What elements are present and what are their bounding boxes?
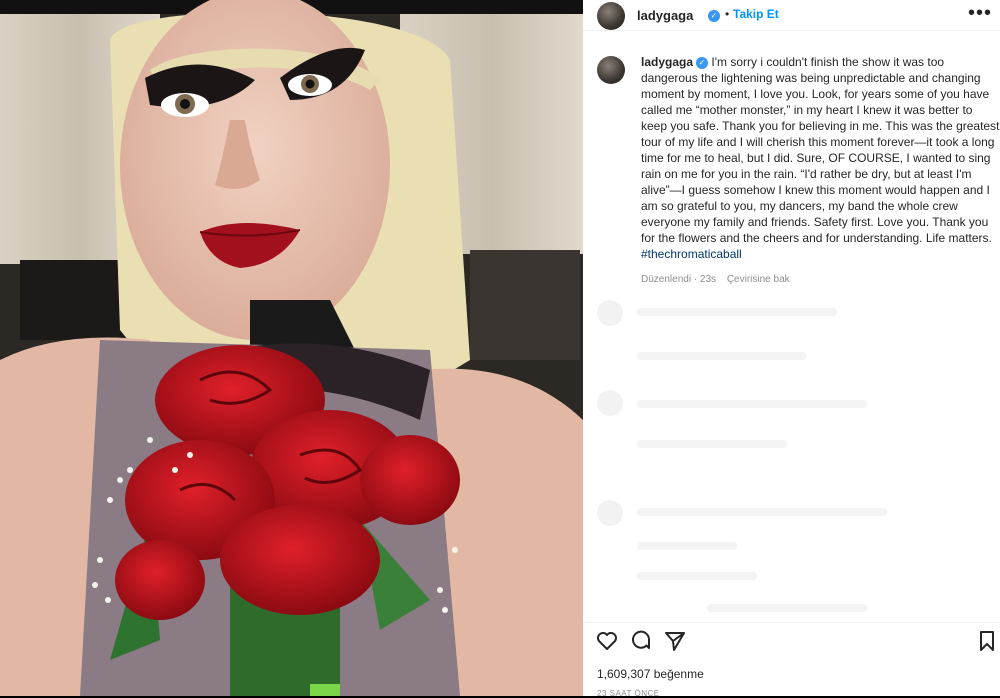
paper-plane-icon[interactable] <box>663 629 687 653</box>
post-actions: 1,609,307 beğenme 23 SAAT ÖNCE <box>583 622 1000 698</box>
username[interactable]: ladygaga <box>637 8 693 23</box>
post-header: ladygaga ✓ • Takip Et ••• <box>583 0 1000 31</box>
comment-icon[interactable] <box>629 629 653 653</box>
comment-placeholder <box>637 400 867 408</box>
follow-button[interactable]: Takip Et <box>733 7 779 21</box>
caption-avatar[interactable] <box>597 56 625 84</box>
likes-count[interactable]: 1,609,307 beğenme <box>597 667 704 681</box>
post-photo[interactable] <box>0 0 583 696</box>
comment-avatar <box>597 390 623 416</box>
translate-link[interactable]: Çevirisine bak <box>727 274 790 285</box>
comment-placeholder <box>637 542 737 550</box>
comment-avatar <box>597 300 623 326</box>
bookmark-icon[interactable] <box>975 629 999 653</box>
post-panel: ladygaga ✓ • Takip Et ••• ladygaga ✓ I'm … <box>583 0 1000 698</box>
heart-icon[interactable] <box>595 629 619 653</box>
caption-meta: Düzenlendi · 23s Çevirisine bak <box>641 272 1000 288</box>
separator-dot: • <box>725 7 730 21</box>
comment-avatar <box>597 500 623 526</box>
comments-area <box>597 300 997 622</box>
comment-placeholder <box>707 604 867 612</box>
comment-placeholder <box>637 440 787 448</box>
caption-text: ladygaga ✓ I'm sorry i couldn't finish th… <box>641 54 1000 288</box>
edited-timestamp: Düzenlendi · 23s <box>641 274 717 285</box>
caption-body: I'm sorry i couldn't finish the show it … <box>641 55 1000 245</box>
comment-placeholder <box>637 352 807 360</box>
post-time: 23 SAAT ÖNCE <box>597 689 660 698</box>
more-options-icon[interactable]: ••• <box>968 2 992 25</box>
comment-placeholder <box>637 508 887 516</box>
comment-placeholder <box>637 308 837 316</box>
avatar[interactable] <box>597 2 625 30</box>
caption-username[interactable]: ladygaga <box>641 55 693 69</box>
selfie-image <box>0 0 583 696</box>
verified-badge-icon: ✓ <box>708 10 720 22</box>
verified-badge-icon: ✓ <box>696 56 709 69</box>
comment-placeholder <box>637 572 757 580</box>
hashtag-link[interactable]: #thechromaticaball <box>641 246 1000 262</box>
